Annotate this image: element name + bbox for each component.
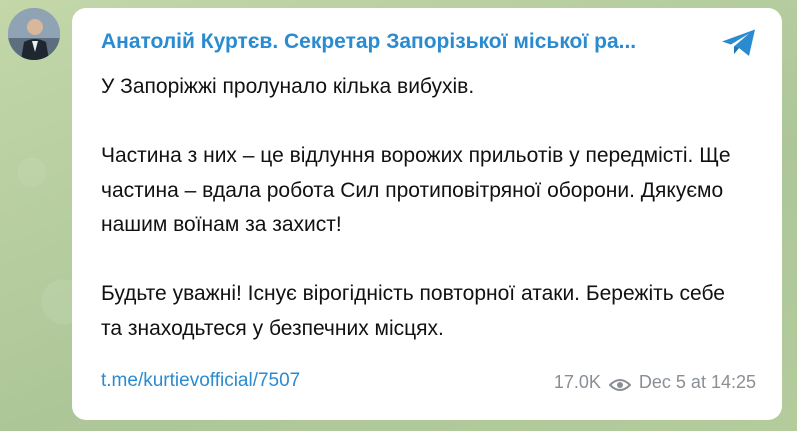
message-paragraph: Частина з них – це відлуння ворожих прил… <box>101 144 731 236</box>
message-paragraph: Будьте уважні! Існує вірогідність повтор… <box>101 282 725 340</box>
message-timestamp: Dec 5 at 14:25 <box>638 372 756 392</box>
channel-name[interactable]: Анатолій Куртєв. Секретар Запорізької мі… <box>101 30 711 54</box>
view-count: 17.0K <box>553 372 601 392</box>
message-paragraph: У Запоріжжі пролунало кілька вибухів. <box>101 75 475 98</box>
post-link[interactable]: t.me/kurtievofficial/7507 <box>101 370 300 392</box>
eye-icon <box>608 376 632 391</box>
channel-avatar[interactable] <box>8 8 60 60</box>
message-bubble: Анатолій Куртєв. Секретар Запорізької мі… <box>72 8 782 420</box>
telegram-plane-icon[interactable] <box>720 28 758 58</box>
message-meta: 17.0K Dec 5 at 14:25 <box>554 372 756 393</box>
message-text: У Запоріжжі пролунало кілька вибухів. Ча… <box>101 70 741 346</box>
